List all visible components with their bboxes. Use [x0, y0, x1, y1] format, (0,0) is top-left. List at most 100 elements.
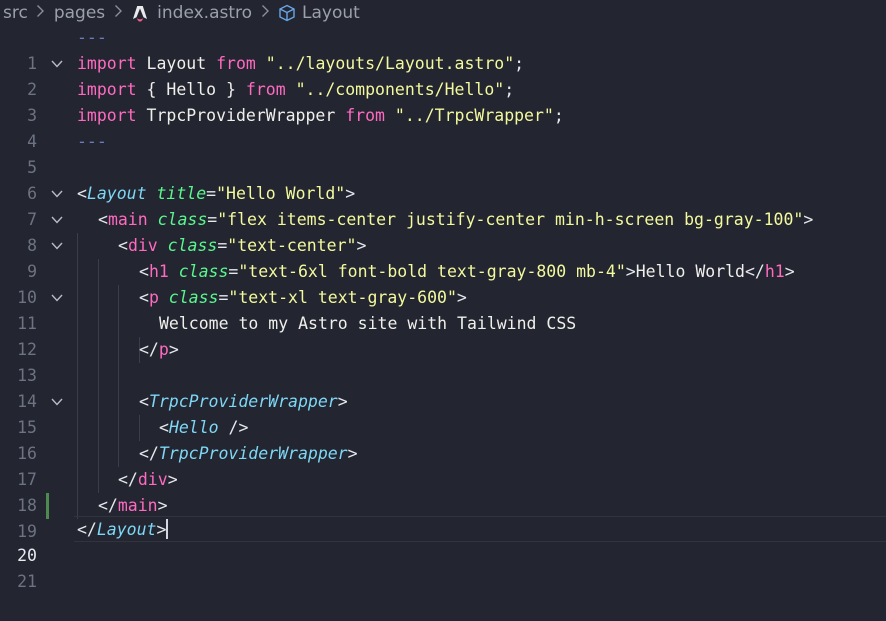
- component-tag: Layout: [86, 184, 147, 203]
- code-line[interactable]: 14: [0, 363, 886, 411]
- keyword: from: [345, 106, 385, 125]
- string-literal: "text-center": [227, 236, 357, 255]
- html-tag: div: [137, 470, 168, 489]
- code-line-active[interactable]: 20 </Layout>: [0, 517, 886, 565]
- attribute-name: title: [146, 184, 207, 203]
- punctuation: =: [207, 210, 218, 229]
- punctuation: </: [77, 520, 97, 539]
- component-tag: TrpcProviderWrapper: [158, 444, 348, 463]
- keyword: from: [245, 80, 286, 99]
- code-text: { Hello }: [136, 80, 246, 99]
- code-line[interactable]: 7 <Layout title="Hello World">: [0, 181, 886, 229]
- string-literal: "text-6xl font-bold text-gray-800 mb-4": [238, 262, 626, 281]
- string-literal: "../components/Hello": [285, 80, 505, 99]
- code-text: Layout: [136, 54, 217, 73]
- string-literal: "Hello World": [216, 184, 346, 203]
- punctuation: </: [139, 340, 159, 359]
- code-line[interactable]: 4 import TrpcProviderWrapper from "../Tr…: [0, 103, 886, 151]
- punctuation: >: [157, 496, 168, 515]
- code-text: TrpcProviderWrapper: [136, 106, 346, 125]
- chevron-right-icon: [36, 4, 46, 22]
- punctuation: >: [347, 444, 358, 463]
- code-line[interactable]: 1 ---: [0, 25, 886, 73]
- code-line[interactable]: 10 <h1 class="text-6xl font-bold text-gr…: [0, 259, 886, 307]
- punctuation: </: [118, 470, 138, 489]
- punctuation: >: [168, 340, 179, 359]
- string-literal: "../layouts/Layout.astro": [255, 54, 515, 73]
- string-literal: "../TrpcWrapper": [384, 106, 554, 125]
- breadcrumb-item-src[interactable]: src: [3, 3, 28, 23]
- code-line[interactable]: 21: [0, 543, 886, 591]
- keyword: from: [216, 54, 256, 73]
- component-tag: Hello: [168, 418, 219, 437]
- punctuation: >: [456, 288, 467, 307]
- astro-file-icon: [133, 5, 148, 21]
- punctuation: ;: [514, 54, 525, 73]
- attribute-name: class: [168, 262, 229, 281]
- keyword: import: [77, 106, 137, 125]
- punctuation: <: [98, 210, 108, 229]
- code-line[interactable]: 16 <Hello />: [0, 415, 886, 463]
- punctuation: <: [118, 236, 128, 255]
- punctuation: >: [784, 262, 795, 281]
- frontmatter-fence: ---: [77, 132, 107, 151]
- code-editor[interactable]: 1 --- 2 import Layout from "../layouts/L…: [0, 25, 886, 591]
- breadcrumb-label: pages: [53, 2, 106, 23]
- html-tag: h1: [148, 262, 169, 281]
- code-line[interactable]: 12 Welcome to my Astro site with Tailwin…: [0, 311, 886, 359]
- punctuation: <: [139, 262, 149, 281]
- chevron-down-icon[interactable]: [47, 51, 67, 77]
- code-text: Hello World: [635, 262, 745, 281]
- cube-icon: [279, 4, 295, 21]
- breadcrumb-item-symbol[interactable]: Layout: [278, 3, 360, 23]
- html-tag: p: [158, 340, 169, 359]
- code-line[interactable]: 3 import { Hello } from "../components/H…: [0, 77, 886, 125]
- keyword: import: [77, 54, 137, 73]
- punctuation: ;: [553, 106, 564, 125]
- chevron-right-icon: [260, 4, 270, 22]
- attribute-name: class: [157, 236, 218, 255]
- code-line[interactable]: 6: [0, 155, 886, 203]
- code-line[interactable]: 5 ---: [0, 129, 886, 177]
- breadcrumb-item-pages[interactable]: pages: [54, 3, 105, 23]
- punctuation: =: [218, 288, 229, 307]
- chevron-down-icon[interactable]: [47, 389, 67, 415]
- punctuation: >: [803, 210, 814, 229]
- code-line[interactable]: 18 </div>: [0, 467, 886, 515]
- html-tag: div: [127, 236, 158, 255]
- line-number: 21: [17, 572, 37, 591]
- punctuation: =: [217, 236, 228, 255]
- chevron-down-icon[interactable]: [47, 285, 67, 311]
- punctuation: =: [206, 184, 217, 203]
- punctuation: >: [167, 470, 178, 489]
- string-literal: "flex items-center justify-center min-h-…: [217, 210, 804, 229]
- chevron-down-icon[interactable]: [47, 181, 67, 207]
- breadcrumb-item-file[interactable]: index.astro: [131, 3, 252, 23]
- code-line[interactable]: 8 <main class="flex items-center justify…: [0, 207, 886, 255]
- code-line[interactable]: 13 </p>: [0, 337, 886, 385]
- punctuation: >: [156, 520, 167, 539]
- chevron-down-icon[interactable]: [47, 233, 67, 259]
- string-literal: "text-xl text-gray-600": [228, 288, 457, 307]
- code-line[interactable]: 11 <p class="text-xl text-gray-600">: [0, 285, 886, 333]
- html-tag: p: [148, 288, 159, 307]
- html-tag: main: [117, 496, 158, 515]
- attribute-name: class: [147, 210, 208, 229]
- punctuation: <: [77, 184, 87, 203]
- code-line[interactable]: 17 </TrpcProviderWrapper>: [0, 441, 886, 519]
- breadcrumb-label: src: [3, 2, 28, 23]
- punctuation: />: [218, 418, 249, 437]
- code-line[interactable]: 15 <TrpcProviderWrapper>: [0, 389, 886, 437]
- punctuation: <: [139, 392, 149, 411]
- punctuation: </: [98, 496, 118, 515]
- punctuation: =: [228, 262, 239, 281]
- code-line[interactable]: 2 import Layout from "../layouts/Layout.…: [0, 51, 886, 99]
- code-line[interactable]: 19 </main>: [0, 493, 886, 541]
- chevron-down-icon[interactable]: [47, 207, 67, 233]
- code-line[interactable]: 9 <div class="text-center">: [0, 233, 886, 281]
- punctuation: <: [139, 288, 149, 307]
- html-tag: h1: [764, 262, 785, 281]
- frontmatter-fence: ---: [77, 28, 107, 47]
- breadcrumb-label: Layout: [302, 2, 360, 23]
- keyword: import: [77, 80, 137, 99]
